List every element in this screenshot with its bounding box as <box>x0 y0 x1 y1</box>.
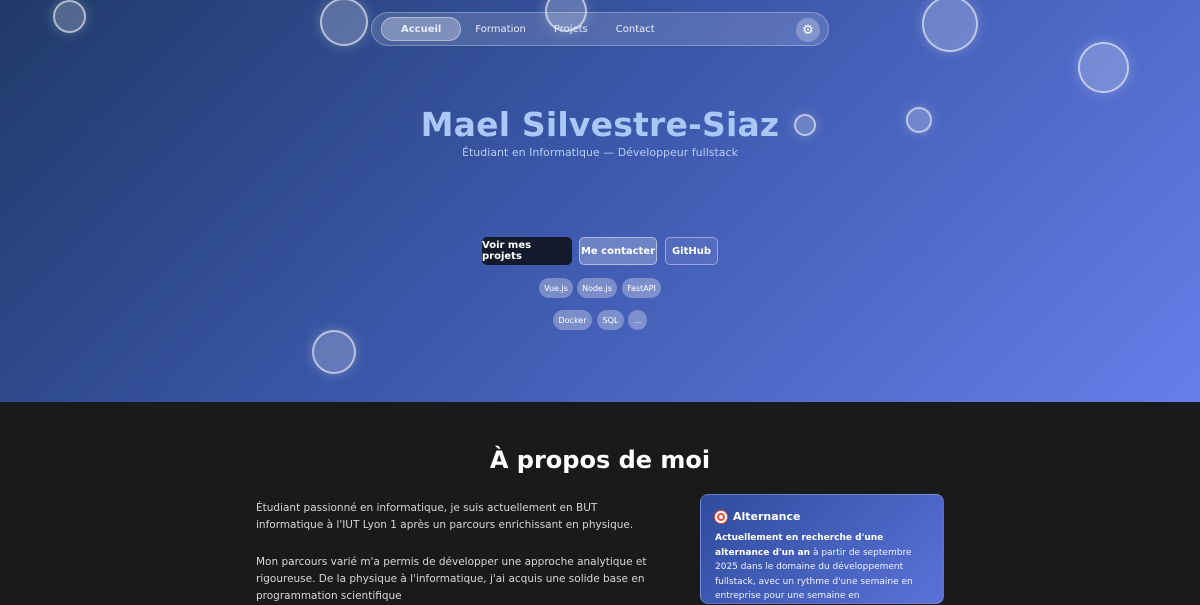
contact-me-button[interactable]: Me contacter <box>579 237 657 265</box>
nav-item-accueil[interactable]: Accueil <box>381 17 462 41</box>
about-text: Étudiant passionné en informatique, je s… <box>256 500 658 605</box>
target-icon <box>715 510 727 523</box>
decorative-bubble <box>320 0 368 46</box>
view-projects-button[interactable]: Voir mes projets <box>482 237 572 265</box>
main-navigation: Accueil Formation Projets Contact ⚙ <box>371 12 829 46</box>
about-paragraph-1: Étudiant passionné en informatique, je s… <box>256 502 634 531</box>
skill-tag-more[interactable]: ... <box>628 310 647 330</box>
alternance-card-body: Actuellement en recherche d'une alternan… <box>715 531 929 604</box>
github-button[interactable]: GitHub <box>665 237 718 265</box>
gear-icon[interactable]: ⚙ <box>796 18 820 42</box>
nav-item-projets[interactable]: Projets <box>540 17 602 41</box>
nav-item-formation[interactable]: Formation <box>461 17 539 41</box>
alternance-card: Alternance Actuellement en recherche d'u… <box>700 494 944 604</box>
hero-subtitle: Étudiant en Informatique — Développeur f… <box>462 146 738 159</box>
decorative-bubble <box>922 0 978 52</box>
alternance-card-title: Alternance <box>733 510 801 523</box>
skill-tag-docker: Docker <box>553 310 592 330</box>
skill-tag-fastapi: FastAPI <box>622 278 661 298</box>
decorative-bubble <box>312 330 356 374</box>
decorative-bubble <box>53 0 86 33</box>
about-title: À propos de moi <box>489 446 711 474</box>
skill-tag-sql: SQL <box>597 310 624 330</box>
decorative-bubble <box>1078 42 1129 93</box>
nav-item-contact[interactable]: Contact <box>602 17 669 41</box>
hero-name: Mael Silvestre-Siaz <box>420 105 780 144</box>
hero-section: Accueil Formation Projets Contact ⚙ Mael… <box>0 0 1200 402</box>
skill-tag-vuejs: Vue.js <box>539 278 573 298</box>
skill-tag-nodejs: Node.js <box>577 278 617 298</box>
about-section: À propos de moi Étudiant passionné en in… <box>0 402 1200 604</box>
alternance-card-header: Alternance <box>715 510 929 523</box>
about-paragraph-2: Mon parcours varié m'a permis de dévelop… <box>256 556 647 602</box>
